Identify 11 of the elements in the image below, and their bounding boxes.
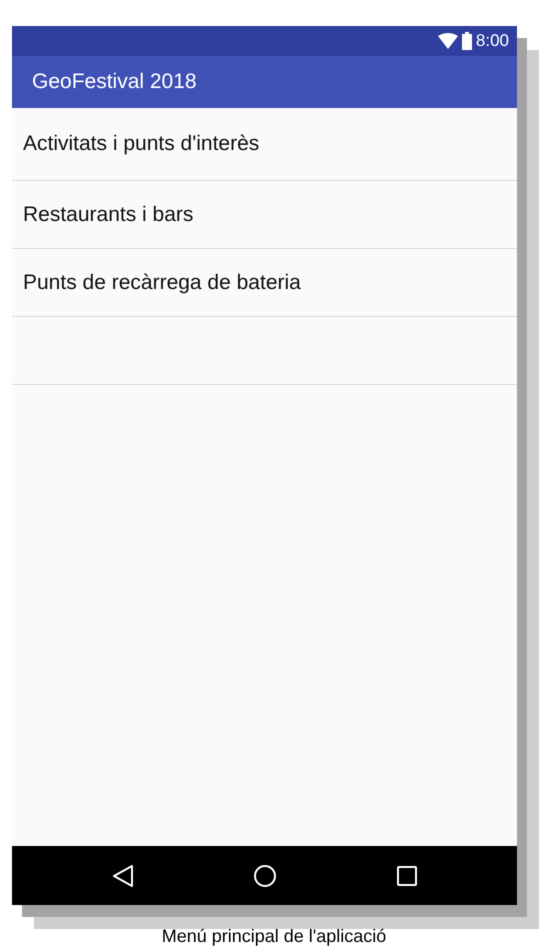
battery-icon <box>462 32 472 50</box>
home-icon[interactable] <box>252 864 276 888</box>
menu-item[interactable]: Punts de recàrrega de bateria <box>12 249 517 317</box>
menu-item[interactable]: Activitats i punts d'interès <box>12 108 517 181</box>
recents-icon[interactable] <box>396 864 418 886</box>
status-time: 8:00 <box>476 30 509 52</box>
back-icon[interactable] <box>112 864 134 888</box>
app-title: GeoFestival 2018 <box>32 69 197 96</box>
figure-caption: Menú principal de l'aplicació <box>162 925 386 948</box>
menu-item[interactable]: Restaurants i bars <box>12 181 517 249</box>
wifi-icon <box>438 33 458 49</box>
